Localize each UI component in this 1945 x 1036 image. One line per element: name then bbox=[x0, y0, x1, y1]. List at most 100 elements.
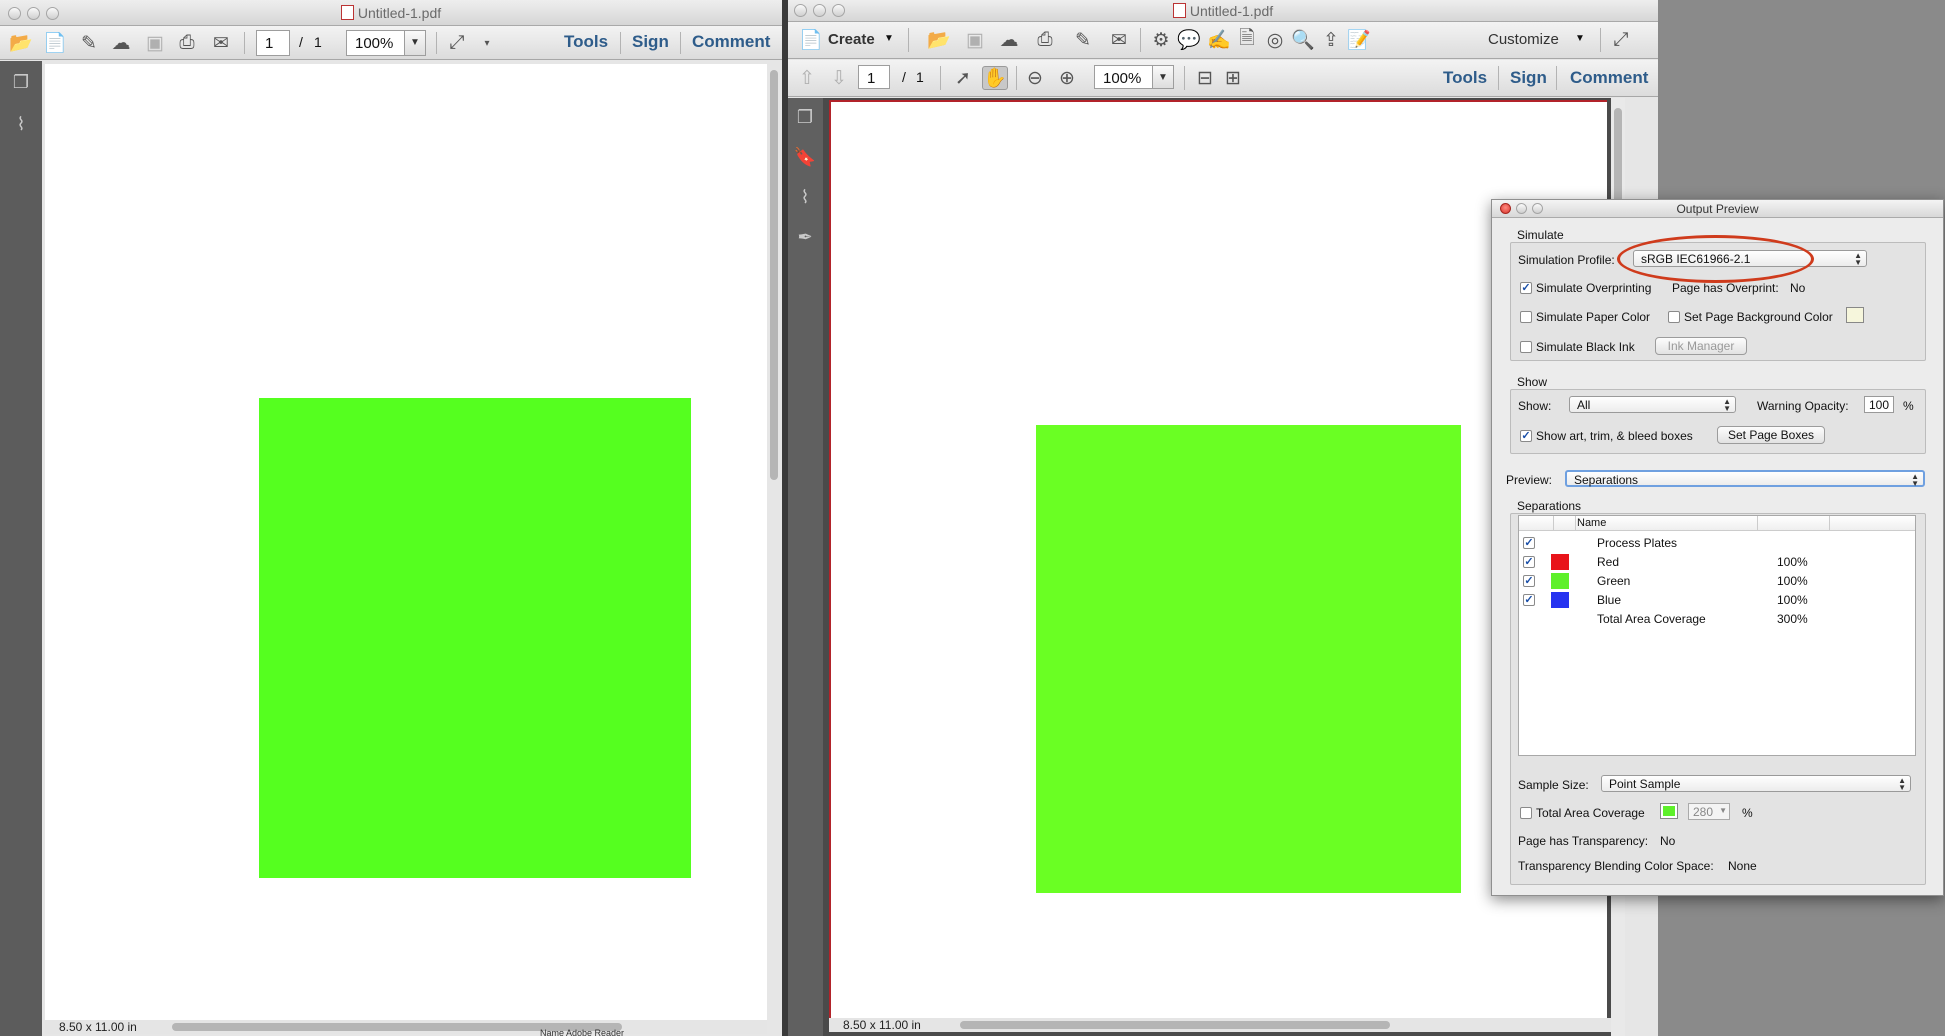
page-thumbnails-icon[interactable]: ❐ bbox=[792, 104, 818, 130]
compare-icon[interactable]: ◎ bbox=[1262, 28, 1288, 52]
separation-visibility-checkbox[interactable]: ✓ bbox=[1523, 594, 1535, 606]
simulate-overprinting-checkbox[interactable]: ✓ bbox=[1520, 282, 1532, 294]
sample-size-select[interactable]: Point Sample ▲ ▼ bbox=[1601, 775, 1911, 792]
zoom-dialog-button[interactable] bbox=[1532, 203, 1543, 214]
attachments-icon[interactable]: ⌇ bbox=[8, 111, 34, 137]
toolbar-divider bbox=[1140, 28, 1141, 52]
show-boxes-checkbox[interactable]: ✓ bbox=[1520, 430, 1532, 442]
fit-width-icon[interactable]: ⊞ bbox=[1220, 66, 1246, 90]
document-icon[interactable]: 🗎 bbox=[1234, 28, 1260, 52]
set-page-background-color-checkbox[interactable] bbox=[1668, 311, 1680, 323]
right-titlebar[interactable]: Untitled-1.pdf bbox=[788, 0, 1658, 22]
separation-color-swatch bbox=[1551, 573, 1569, 589]
right-horizontal-scrollbar[interactable] bbox=[960, 1021, 1390, 1029]
sample-size-label: Sample Size: bbox=[1518, 778, 1589, 792]
open-icon[interactable]: 📂 bbox=[8, 31, 34, 55]
coverage-percent: % bbox=[1742, 806, 1753, 820]
zoom-input[interactable]: 100% bbox=[346, 30, 406, 56]
zoom-out-icon[interactable]: ⊖ bbox=[1022, 66, 1048, 90]
table-header: Name bbox=[1519, 516, 1915, 531]
coverage-value-combo[interactable]: 280 ▼ bbox=[1688, 803, 1730, 820]
left-titlebar[interactable]: Untitled-1.pdf bbox=[0, 0, 782, 26]
comment-pane-button[interactable]: Comment bbox=[692, 32, 770, 52]
customize-dropdown-icon[interactable]: ▼ bbox=[1575, 33, 1585, 44]
page-number-input[interactable]: 1 bbox=[858, 65, 890, 89]
settings-gear-icon[interactable]: ⚙ bbox=[1148, 28, 1174, 52]
print-icon[interactable]: ⎙ bbox=[174, 31, 200, 55]
zoom-dropdown-button[interactable]: ▼ bbox=[404, 30, 426, 56]
more-options-icon[interactable]: ▾ bbox=[474, 31, 500, 55]
select-tool-icon[interactable]: ➚ bbox=[950, 66, 976, 90]
separation-coverage-value: 300% bbox=[1777, 612, 1808, 626]
customize-menu-button[interactable]: Customize bbox=[1488, 31, 1559, 48]
upload-cloud-icon[interactable]: ☁ bbox=[996, 28, 1022, 52]
save-icon[interactable]: ▣ bbox=[142, 31, 168, 55]
separation-visibility-checkbox[interactable]: ✓ bbox=[1523, 537, 1535, 549]
highlight-icon[interactable]: ✍ bbox=[1206, 28, 1232, 52]
fullscreen-icon[interactable]: ⤢ bbox=[1608, 28, 1634, 52]
open-icon[interactable]: 📂 bbox=[926, 28, 952, 52]
sign-pane-button[interactable]: Sign bbox=[632, 32, 669, 52]
signatures-icon[interactable]: ✒ bbox=[792, 224, 818, 250]
table-row[interactable]: Total Area Coverage 300% bbox=[1519, 610, 1915, 629]
sign-pane-button[interactable]: Sign bbox=[1510, 68, 1547, 88]
zoom-in-icon[interactable]: ⊕ bbox=[1054, 66, 1080, 90]
create-icon[interactable]: 📄 bbox=[798, 28, 824, 52]
dialog-titlebar[interactable]: Output Preview bbox=[1492, 200, 1943, 218]
next-page-icon[interactable]: ⇩ bbox=[826, 66, 852, 90]
set-page-boxes-button[interactable]: Set Page Boxes bbox=[1717, 426, 1825, 444]
background-color-swatch[interactable] bbox=[1846, 307, 1864, 323]
right-navigation-pane: ❐ 🔖 ⌇ ✒ bbox=[788, 98, 823, 1036]
save-icon[interactable]: ▣ bbox=[962, 28, 988, 52]
create-dropdown-icon[interactable]: ▼ bbox=[884, 33, 894, 44]
minimize-dialog-button[interactable] bbox=[1516, 203, 1527, 214]
tools-pane-button[interactable]: Tools bbox=[1443, 68, 1487, 88]
separation-coverage-value: 100% bbox=[1777, 593, 1808, 607]
blending-color-space-label: Transparency Blending Color Space: bbox=[1518, 859, 1714, 873]
tools-pane-button[interactable]: Tools bbox=[564, 32, 608, 52]
page-number-input[interactable]: 1 bbox=[256, 30, 290, 56]
ink-manager-button[interactable]: Ink Manager bbox=[1655, 337, 1747, 355]
simulate-black-ink-checkbox[interactable] bbox=[1520, 341, 1532, 353]
edit-pdf-icon[interactable]: ✎ bbox=[1070, 28, 1096, 52]
separation-visibility-checkbox[interactable]: ✓ bbox=[1523, 575, 1535, 587]
hand-tool-icon[interactable]: ✋ bbox=[982, 66, 1008, 90]
edit-pdf-icon[interactable]: ✎ bbox=[76, 31, 102, 55]
create-menu-button[interactable]: Create bbox=[828, 31, 875, 48]
table-row[interactable]: ✓ Process Plates bbox=[1519, 534, 1915, 553]
upload-cloud-icon[interactable]: ☁ bbox=[108, 31, 134, 55]
separation-visibility-checkbox[interactable]: ✓ bbox=[1523, 556, 1535, 568]
bookmarks-icon[interactable]: 🔖 bbox=[792, 144, 818, 170]
page-thumbnails-icon[interactable]: ❐ bbox=[8, 69, 34, 95]
export-icon[interactable]: ⇪ bbox=[1318, 28, 1344, 52]
total-area-coverage-checkbox[interactable] bbox=[1520, 807, 1532, 819]
simulate-paper-color-checkbox[interactable] bbox=[1520, 311, 1532, 323]
left-vertical-scrollbar[interactable] bbox=[770, 70, 778, 480]
email-icon[interactable]: ✉ bbox=[1106, 28, 1132, 52]
comment-pane-button[interactable]: Comment bbox=[1570, 68, 1648, 88]
show-label: Show: bbox=[1518, 399, 1552, 413]
preview-select[interactable]: Separations ▲ ▼ bbox=[1565, 470, 1925, 488]
close-dialog-button[interactable] bbox=[1500, 203, 1511, 214]
email-icon[interactable]: ✉ bbox=[208, 31, 234, 55]
comment-bubble-icon[interactable]: 💬 bbox=[1176, 28, 1202, 52]
name-column-header[interactable]: Name bbox=[1577, 517, 1606, 529]
fullscreen-icon[interactable]: ⤢ bbox=[444, 31, 470, 55]
fit-page-icon[interactable]: ⊟ bbox=[1192, 66, 1218, 90]
attachments-icon[interactable]: ⌇ bbox=[792, 184, 818, 210]
table-row[interactable]: ✓ Red 100% bbox=[1519, 553, 1915, 572]
header-divider bbox=[1829, 516, 1830, 531]
toolbar-divider bbox=[620, 32, 621, 54]
show-select[interactable]: All ▲ ▼ bbox=[1569, 396, 1736, 413]
coverage-color-swatch[interactable] bbox=[1660, 803, 1678, 819]
previous-page-icon[interactable]: ⇧ bbox=[794, 66, 820, 90]
table-row[interactable]: ✓ Blue 100% bbox=[1519, 591, 1915, 610]
sign-doc-icon[interactable]: 📝 bbox=[1346, 28, 1372, 52]
zoom-input[interactable]: 100% bbox=[1094, 65, 1154, 89]
zoom-dropdown-button[interactable]: ▼ bbox=[1152, 65, 1174, 89]
warning-opacity-input[interactable]: 100 bbox=[1864, 396, 1894, 413]
table-row[interactable]: ✓ Green 100% bbox=[1519, 572, 1915, 591]
search-doc-icon[interactable]: 🔍 bbox=[1290, 28, 1316, 52]
print-icon[interactable]: ⎙ bbox=[1032, 28, 1058, 52]
create-pdf-icon[interactable]: 📄 bbox=[42, 31, 68, 55]
